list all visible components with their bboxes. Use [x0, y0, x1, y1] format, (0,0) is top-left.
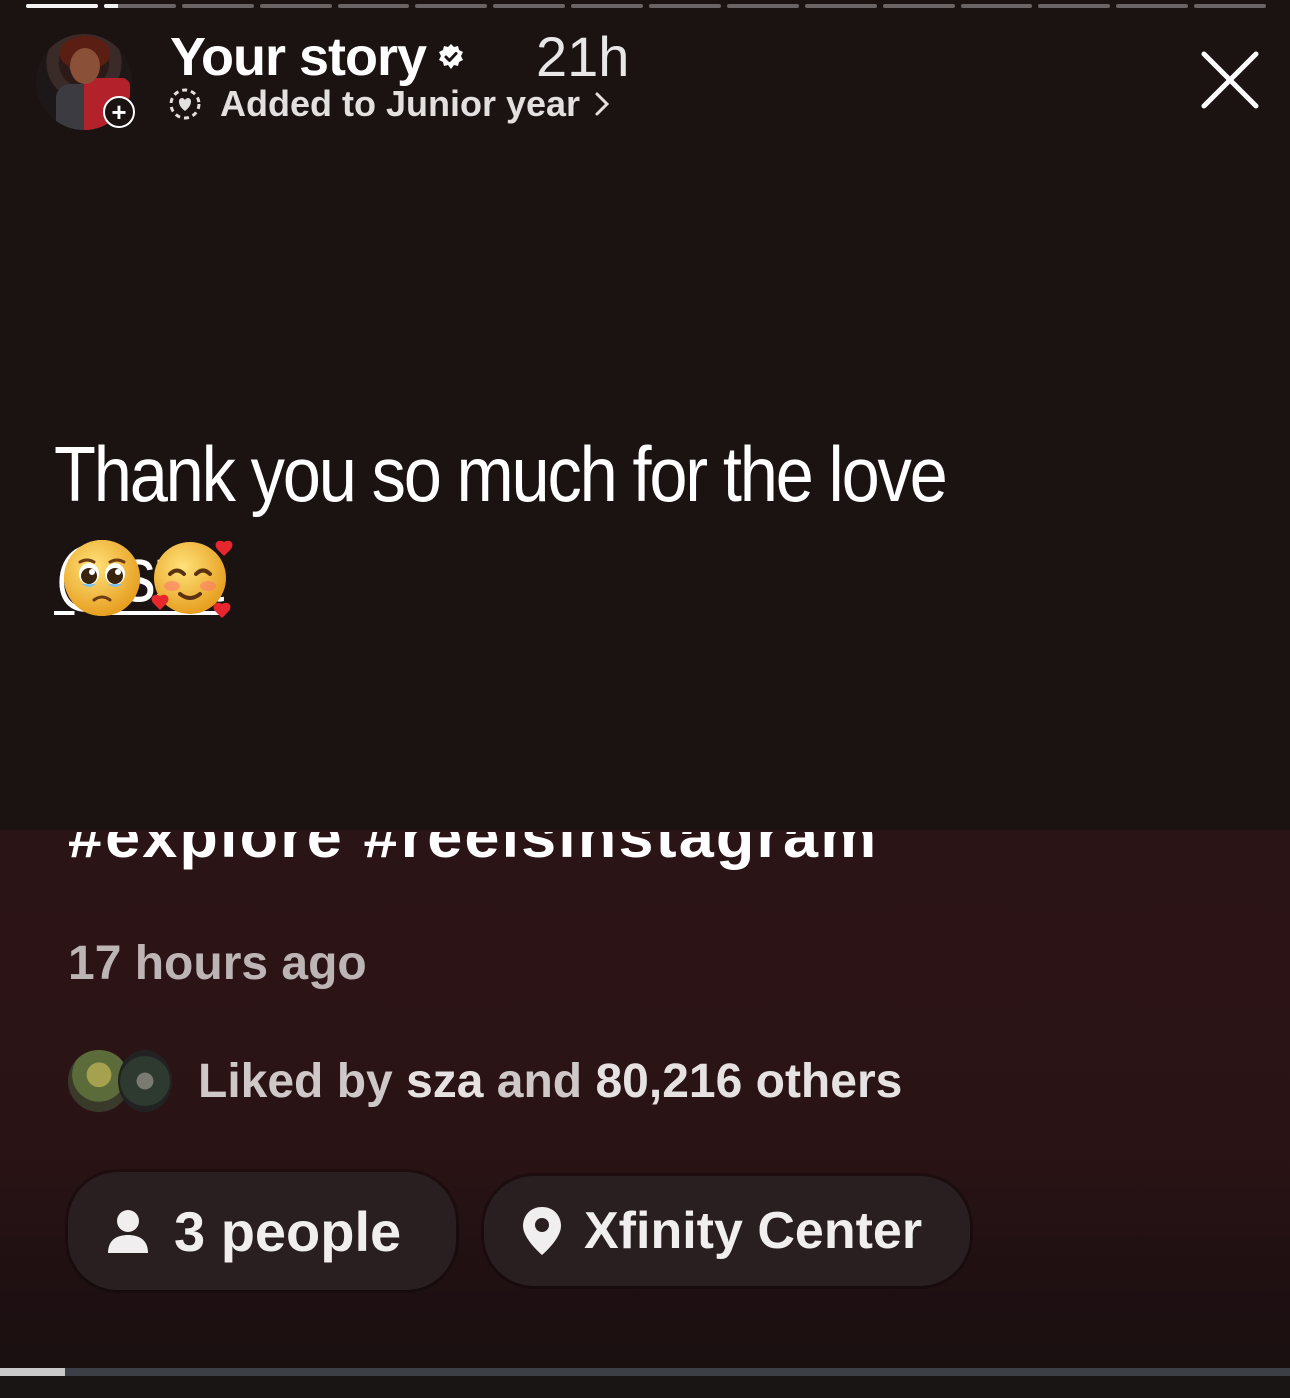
story-progress-segment	[571, 4, 643, 8]
chevron-right-icon	[595, 92, 610, 116]
highlight-label: Added to Junior year	[220, 83, 581, 124]
story-progress-bar	[26, 4, 1266, 8]
liked-mid: and	[483, 1054, 596, 1108]
story-time: 21h	[536, 25, 630, 88]
tagged-people-button[interactable]: 3 people	[68, 1172, 456, 1290]
story-progress-segment	[259, 4, 332, 8]
close-icon	[1201, 51, 1259, 109]
story-progress-segment	[1116, 4, 1189, 8]
story-progress-segment	[882, 4, 955, 8]
story-progress-segment	[181, 4, 254, 8]
story-title-text: Your story	[170, 27, 427, 87]
story-progress-segment-fill	[103, 4, 119, 8]
avatar-face	[70, 48, 100, 84]
story-progress-segment	[1194, 4, 1266, 8]
location-label: Xfinity Center	[584, 1202, 923, 1260]
add-story-button[interactable]: +	[103, 96, 135, 128]
liked-by-text: Liked by sza and 80,216 others	[198, 1054, 902, 1109]
liked-count[interactable]: 80,216 others	[595, 1055, 902, 1108]
post-hashtags: #explore #reelsinstagram	[68, 832, 968, 886]
pleading-face-emoji-icon	[64, 540, 140, 616]
emoji-row	[60, 534, 234, 618]
liked-user[interactable]: sza	[406, 1055, 483, 1108]
story-progress-segment	[493, 4, 566, 8]
story-progress-segment	[415, 4, 488, 8]
verified-badge-icon	[439, 44, 464, 69]
close-button[interactable]	[1198, 48, 1262, 112]
highlight-heart-icon	[169, 88, 201, 120]
add-icon: +	[111, 97, 127, 127]
bottom-edge	[0, 1376, 1290, 1398]
location-pin-icon	[523, 1207, 561, 1255]
story-message-text: Thank you so much for the love	[54, 430, 948, 518]
story-progress-segment	[26, 4, 98, 8]
smiling-face-with-hearts-emoji-icon	[151, 540, 233, 618]
story-progress-segment	[804, 4, 877, 8]
story-progress-segment	[960, 4, 1033, 8]
video-scrubber[interactable]	[0, 1368, 1290, 1376]
story-title: Your story	[170, 26, 466, 88]
person-icon	[108, 1210, 148, 1253]
story-progress-segment	[1038, 4, 1111, 8]
location-button[interactable]: Xfinity Center	[484, 1176, 970, 1286]
story-progress-segment	[649, 4, 721, 8]
liked-prefix: Liked by	[198, 1054, 407, 1108]
story-progress-segment-fill	[26, 4, 98, 8]
story-progress-segment	[103, 4, 176, 8]
liker-avatar	[118, 1050, 172, 1112]
story-progress-segment	[726, 4, 799, 8]
tagged-people-label: 3 people	[174, 1199, 402, 1263]
highlight-link[interactable]: Added to Junior year	[168, 82, 610, 126]
post-hashtags-text: #explore #reelsinstagram	[68, 832, 879, 870]
liked-by-row[interactable]: Liked by sza and 80,216 others	[66, 1046, 902, 1116]
story-progress-segment	[337, 4, 410, 8]
post-time-ago: 17 hours ago	[68, 937, 367, 990]
video-scrubber-fill	[0, 1368, 65, 1376]
